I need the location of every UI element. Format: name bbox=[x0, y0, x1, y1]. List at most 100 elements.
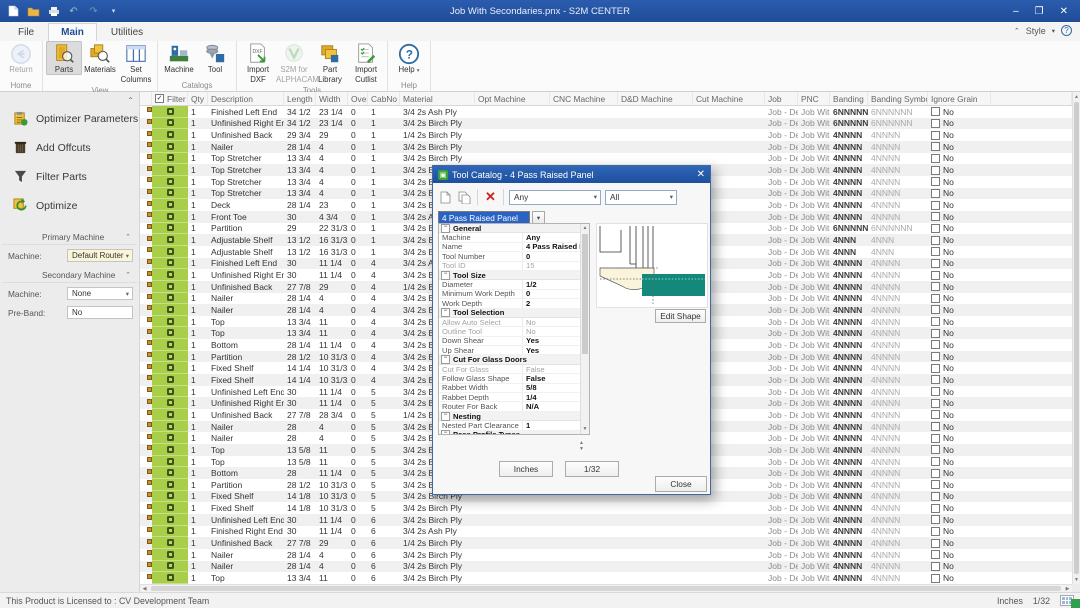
cell-ignore-grain[interactable]: No bbox=[928, 362, 991, 374]
collapse-expander-icon[interactable]: − bbox=[441, 271, 450, 280]
cell-cnc-machine[interactable] bbox=[550, 526, 618, 538]
cell-width[interactable]: 10 31/32 bbox=[316, 374, 348, 386]
filter-cell[interactable] bbox=[152, 106, 188, 118]
machine-button[interactable]: Machine bbox=[161, 41, 197, 75]
cell-over[interactable]: 0 bbox=[348, 386, 368, 398]
cell-cut-machine[interactable] bbox=[693, 526, 765, 538]
cell-job[interactable]: Job - Default bbox=[765, 304, 798, 316]
property-row[interactable]: Name4 Pass Raised Panel bbox=[439, 243, 580, 252]
cell-banding-symbols[interactable]: 4NNNN bbox=[868, 526, 928, 538]
cell-length[interactable]: 29 3/4 bbox=[284, 129, 316, 141]
property-row[interactable]: Follow Glass ShapeFalse bbox=[439, 374, 580, 383]
cell-pnc[interactable]: Job With Sec bbox=[798, 397, 830, 409]
cell-job[interactable]: Job - Default bbox=[765, 281, 798, 293]
cell-pnc[interactable]: Job With Sec bbox=[798, 223, 830, 235]
cell-width[interactable]: 10 31/32 bbox=[316, 502, 348, 514]
cell-cabno[interactable]: 5 bbox=[368, 386, 400, 398]
primary-machine-select[interactable]: Default Router ▾ bbox=[67, 249, 133, 262]
cell-length[interactable]: 13 3/4 bbox=[284, 164, 316, 176]
filter-cell[interactable] bbox=[152, 549, 188, 561]
filter-cell[interactable] bbox=[152, 409, 188, 421]
cell-description[interactable]: Unfinished Right End bbox=[208, 118, 284, 130]
cell-job[interactable]: Job - Default bbox=[765, 561, 798, 573]
cell-length[interactable]: 28 1/4 bbox=[284, 549, 316, 561]
cell-cabno[interactable]: 1 bbox=[368, 246, 400, 258]
table-row[interactable]: 1Nailer28 1/44063/4 2s Birch PlyJob - De… bbox=[140, 561, 1072, 573]
cell-material[interactable]: 3/4 2s Ash Ply bbox=[400, 106, 475, 118]
ignore-grain-checkbox[interactable] bbox=[931, 445, 940, 454]
cell-length[interactable]: 30 bbox=[284, 269, 316, 281]
column-header-banding-symbols[interactable]: Banding Symbols bbox=[868, 92, 928, 105]
cell-length[interactable]: 28 1/4 bbox=[284, 293, 316, 305]
cell-over[interactable]: 0 bbox=[348, 234, 368, 246]
cell-qty[interactable]: 1 bbox=[188, 479, 208, 491]
cell-description[interactable]: Bottom bbox=[208, 339, 284, 351]
cell-ignore-grain[interactable]: No bbox=[928, 339, 991, 351]
cell-qty[interactable]: 1 bbox=[188, 362, 208, 374]
cell-banding-symbols[interactable]: 4NNNN bbox=[868, 141, 928, 153]
column-header-opt-machine[interactable]: Opt Machine bbox=[475, 92, 550, 105]
filter-cell[interactable] bbox=[152, 561, 188, 573]
property-row[interactable]: Up ShearYes bbox=[439, 346, 580, 355]
cell-over[interactable]: 0 bbox=[348, 537, 368, 549]
cell-description[interactable]: Partition bbox=[208, 351, 284, 363]
ignore-grain-checkbox[interactable] bbox=[931, 236, 940, 245]
cell-over[interactable]: 0 bbox=[348, 129, 368, 141]
cell-banding[interactable]: 4NNNN bbox=[830, 502, 868, 514]
cell-cabno[interactable]: 6 bbox=[368, 514, 400, 526]
column-header-cnc-machine[interactable]: CNC Machine bbox=[550, 92, 618, 105]
property-row[interactable]: Tool Number0 bbox=[439, 252, 580, 261]
cell-width[interactable]: 4 bbox=[316, 153, 348, 165]
cell-description[interactable]: Nailer bbox=[208, 141, 284, 153]
cell-opt-machine[interactable] bbox=[475, 106, 550, 118]
cell-ignore-grain[interactable]: No bbox=[928, 164, 991, 176]
cell-description[interactable]: Unfinished Back bbox=[208, 537, 284, 549]
property-row[interactable]: Down ShearYes bbox=[439, 337, 580, 346]
cell-cnc-machine[interactable] bbox=[550, 118, 618, 130]
ignore-grain-checkbox[interactable] bbox=[931, 492, 940, 501]
cell-ignore-grain[interactable]: No bbox=[928, 514, 991, 526]
cell-banding-symbols[interactable]: 6NNNNNN bbox=[868, 118, 928, 130]
cell-over[interactable]: 0 bbox=[348, 526, 368, 538]
column-header-filter[interactable]: ✓Filter bbox=[152, 92, 188, 105]
cell-banding[interactable]: 4NNNN bbox=[830, 432, 868, 444]
cell-pnc[interactable]: Job With Sec bbox=[798, 327, 830, 339]
filter-cell[interactable] bbox=[152, 258, 188, 270]
cell-width[interactable]: 4 bbox=[316, 176, 348, 188]
cell-over[interactable]: 0 bbox=[348, 246, 368, 258]
cell-banding-symbols[interactable]: 4NNNN bbox=[868, 129, 928, 141]
cell-length[interactable]: 30 bbox=[284, 514, 316, 526]
ignore-grain-checkbox[interactable] bbox=[931, 352, 940, 361]
cell-dd-machine[interactable] bbox=[618, 106, 693, 118]
cell-length[interactable]: 28 1/4 bbox=[284, 561, 316, 573]
cell-banding-symbols[interactable]: 4NNNN bbox=[868, 281, 928, 293]
filter-cell[interactable] bbox=[152, 327, 188, 339]
table-row[interactable]: 1Top13 3/411063/4 2s Birch PlyJob - Defa… bbox=[140, 572, 1072, 584]
cell-banding[interactable]: 4NNN bbox=[830, 246, 868, 258]
cell-over[interactable]: 0 bbox=[348, 327, 368, 339]
cell-banding[interactable]: 4NNNN bbox=[830, 421, 868, 433]
property-row[interactable]: Tool ID15 bbox=[439, 262, 580, 271]
cell-qty[interactable]: 1 bbox=[188, 269, 208, 281]
cell-banding[interactable]: 4NNNN bbox=[830, 572, 868, 584]
cell-ignore-grain[interactable]: No bbox=[928, 491, 991, 503]
cell-description[interactable]: Top Stretcher bbox=[208, 164, 284, 176]
cell-cut-machine[interactable] bbox=[693, 153, 765, 165]
cell-description[interactable]: Deck bbox=[208, 199, 284, 211]
cell-cabno[interactable]: 4 bbox=[368, 269, 400, 281]
cell-cabno[interactable]: 4 bbox=[368, 351, 400, 363]
cell-qty[interactable]: 1 bbox=[188, 351, 208, 363]
cell-cabno[interactable]: 5 bbox=[368, 444, 400, 456]
cell-banding[interactable]: 4NNNN bbox=[830, 316, 868, 328]
cell-qty[interactable]: 1 bbox=[188, 258, 208, 270]
cell-width[interactable]: 4 bbox=[316, 421, 348, 433]
cell-length[interactable]: 13 1/2 bbox=[284, 234, 316, 246]
cell-description[interactable]: Partition bbox=[208, 223, 284, 235]
cell-width[interactable]: 29 bbox=[316, 129, 348, 141]
filter-cell[interactable] bbox=[152, 129, 188, 141]
filter-cell[interactable] bbox=[152, 188, 188, 200]
cell-over[interactable]: 0 bbox=[348, 479, 368, 491]
cell-pnc[interactable]: Job With Sec bbox=[798, 246, 830, 258]
ignore-grain-checkbox[interactable] bbox=[931, 340, 940, 349]
cell-ignore-grain[interactable]: No bbox=[928, 456, 991, 468]
